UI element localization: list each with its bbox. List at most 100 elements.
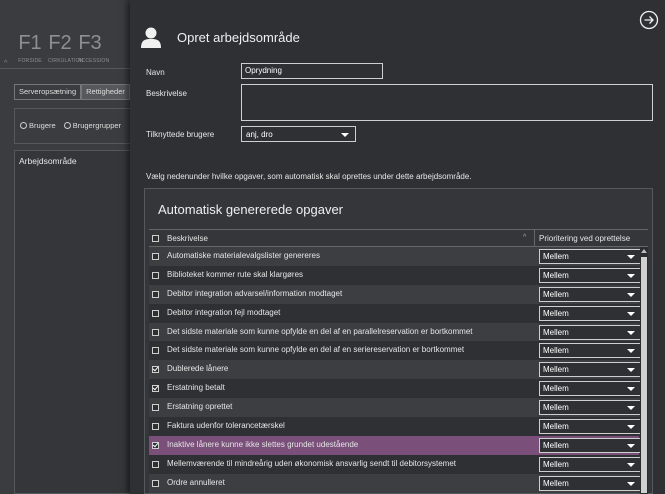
table-row[interactable]: Det sidste materiale som kunne opfylde e… — [149, 322, 641, 342]
row-description: Biblioteket kommer rute skal klargøres — [167, 269, 304, 279]
row-checkbox[interactable] — [152, 253, 159, 260]
close-arrow-icon[interactable] — [639, 10, 659, 30]
row-description: Det sidste materiale som kunne opfylde e… — [167, 326, 473, 336]
fkey-f1-key: F1 — [18, 32, 42, 54]
dialog-title: Opret arbejdsområde — [177, 30, 300, 45]
column-header-description[interactable]: Beskrivelse — [167, 234, 208, 243]
description-textarea[interactable] — [241, 84, 653, 121]
fkey-f2-key: F2 — [48, 32, 72, 54]
priority-dropdown[interactable]: Mellem — [539, 475, 641, 491]
bg-tab-bar: Serveropsætning Rettigheder — [14, 84, 130, 100]
sort-ascending-icon[interactable]: ^ — [523, 234, 526, 241]
fkey-f1-label: FORSIDE — [18, 58, 42, 64]
row-checkbox[interactable] — [152, 479, 159, 487]
table-row[interactable]: Ordre annulleret Mellem — [149, 473, 641, 493]
priority-value: Mellem — [543, 459, 569, 469]
row-description: Det sidste materiale som kunne opfylde e… — [167, 345, 465, 355]
priority-value: Mellem — [543, 403, 569, 413]
scroll-up-icon[interactable] — [641, 249, 647, 253]
row-checkbox[interactable] — [152, 441, 159, 449]
priority-dropdown[interactable]: Mellem — [539, 324, 641, 340]
select-all-checkbox[interactable] — [152, 235, 159, 242]
row-checkbox[interactable] — [152, 271, 159, 279]
row-checkbox[interactable] — [152, 404, 159, 412]
priority-dropdown[interactable]: Mellem — [539, 437, 641, 453]
priority-value: Mellem — [543, 440, 569, 450]
fkey-f3[interactable]: F3 ACCESSION — [78, 32, 110, 64]
priority-value: Mellem — [543, 478, 569, 488]
instruction-text: Vælg nedenunder hvilke opgaver, som auto… — [146, 172, 472, 181]
table-row[interactable]: Automatiske materialevalgslister generer… — [149, 247, 641, 266]
users-dropdown-value: anj, dro — [246, 130, 273, 139]
row-checkbox[interactable] — [152, 328, 159, 336]
row-checkbox[interactable] — [152, 347, 159, 355]
row-checkbox[interactable] — [152, 366, 159, 374]
tab-server-setup[interactable]: Serveropsætning — [14, 84, 82, 100]
priority-dropdown[interactable]: Mellem — [539, 267, 641, 283]
radio-user-groups-label: Brugergrupper — [72, 121, 122, 130]
priority-value: Mellem — [543, 384, 569, 394]
workspace-list: Arbejdsområde — [14, 150, 144, 494]
fkey-f3-label: ACCESSION — [78, 58, 110, 64]
name-label: Navn — [146, 68, 165, 77]
table-row[interactable]: Erstatning oprettet Mellem — [149, 398, 641, 418]
row-description: Dublerede lånere — [167, 364, 229, 374]
dialog-header: Opret arbejdsområde — [130, 0, 665, 58]
priority-value: Mellem — [543, 252, 569, 261]
fkey-f2[interactable]: F2 CIRKULATION — [48, 32, 83, 64]
priority-dropdown[interactable]: Mellem — [539, 286, 641, 302]
table-row[interactable]: Dublerede lånere Mellem — [149, 360, 641, 380]
users-label: Tilknyttede brugere — [146, 130, 215, 139]
radio-users[interactable]: Brugere — [20, 121, 56, 130]
priority-dropdown[interactable]: Mellem — [539, 400, 641, 416]
tasks-table: Beskrivelse ^ Prioritering ved oprettels… — [149, 229, 648, 494]
chevron-down-icon — [627, 255, 635, 259]
name-input[interactable]: Oprydning — [241, 63, 383, 79]
row-checkbox[interactable] — [152, 423, 159, 431]
tab-permissions[interactable]: Rettigheder — [81, 84, 130, 100]
row-checkbox[interactable] — [152, 385, 159, 393]
row-description: Debitor integration advarsel/information… — [167, 288, 343, 298]
priority-dropdown[interactable]: Mellem — [539, 249, 641, 264]
chevron-down-icon — [627, 330, 635, 335]
priority-dropdown[interactable]: Mellem — [539, 419, 641, 435]
table-row[interactable]: Debitor integration advarsel/information… — [149, 284, 641, 304]
scroll-thumb[interactable] — [641, 257, 647, 493]
table-row[interactable]: Inaktive lånere kunne ikke slettes grund… — [149, 435, 641, 455]
column-header-priority[interactable]: Prioritering ved oprettelse — [539, 234, 630, 243]
row-checkbox[interactable] — [152, 290, 159, 298]
priority-value: Mellem — [543, 289, 569, 299]
row-checkbox[interactable] — [152, 309, 159, 317]
priority-value: Mellem — [543, 365, 569, 375]
list-item[interactable]: Arbejdsområde — [15, 151, 143, 171]
row-description: Inaktive lånere kunne ikke slettes grund… — [167, 439, 359, 449]
vertical-scrollbar[interactable] — [640, 247, 648, 494]
table-row[interactable]: Biblioteket kommer rute skal klargøres Me… — [149, 265, 641, 285]
chevron-down-icon — [627, 349, 635, 354]
users-dropdown[interactable]: anj, dro — [241, 126, 356, 142]
priority-value: Mellem — [543, 422, 569, 432]
priority-dropdown[interactable]: Mellem — [539, 456, 641, 472]
table-row[interactable]: Debitor integration fejl modtaget Mellem — [149, 303, 641, 323]
chevron-down-icon — [627, 462, 635, 467]
column-divider — [534, 230, 535, 248]
priority-dropdown[interactable]: Mellem — [539, 305, 641, 321]
table-row[interactable]: Erstatning betalt Mellem — [149, 379, 641, 399]
table-row[interactable]: Mellemværende til mindreårig uden økonom… — [149, 454, 641, 474]
table-row[interactable]: Faktura udenfor tolerancetærskel Mellem — [149, 417, 641, 436]
priority-dropdown[interactable]: Mellem — [539, 362, 641, 378]
chevron-down-icon — [627, 406, 635, 411]
chevron-down-icon — [627, 292, 635, 297]
priority-dropdown[interactable]: Mellem — [539, 381, 641, 397]
row-checkbox[interactable] — [152, 460, 159, 468]
row-description: Automatiske materialevalgslister generer… — [167, 251, 320, 260]
fkey-f1[interactable]: F1 FORSIDE — [18, 32, 42, 64]
table-row[interactable]: Det sidste materiale som kunne opfylde e… — [149, 341, 641, 361]
chevron-down-icon — [627, 368, 635, 373]
radio-icon — [63, 122, 71, 129]
priority-dropdown[interactable]: Mellem — [539, 343, 641, 359]
chevron-down-icon — [627, 481, 635, 486]
radio-user-groups[interactable]: Brugergrupper — [63, 121, 122, 130]
collapse-caret-icon[interactable]: ^ — [4, 60, 7, 67]
priority-value: Mellem — [543, 308, 569, 318]
